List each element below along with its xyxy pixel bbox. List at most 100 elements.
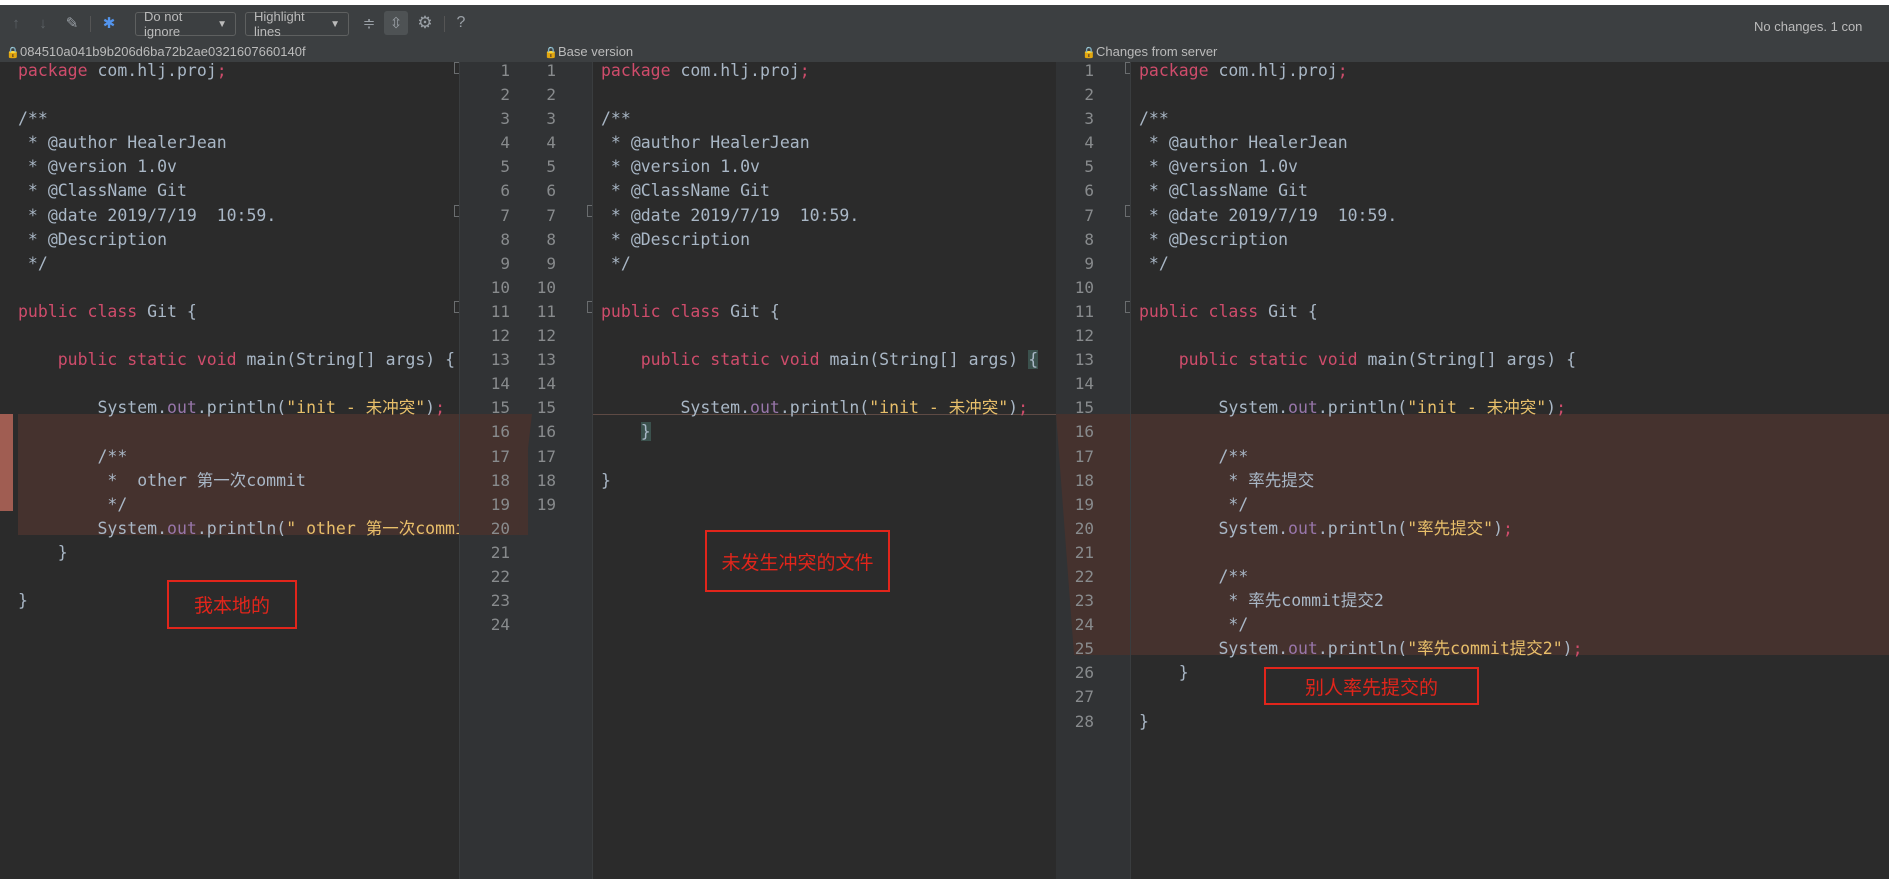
right-editor-pane[interactable]: package com.hlj.proj; /** * @author Heal… [1131, 62, 1889, 879]
line-number: 3 [1084, 109, 1094, 129]
left-pane-title: 🔒084510a041b9b206d6ba72b2ae0321607660140… [0, 41, 536, 62]
line-number: 28 [1074, 711, 1094, 731]
line-number: 19 [490, 494, 510, 514]
line-number: 14 [536, 374, 556, 394]
lock-icon: 🔒 [6, 47, 20, 59]
line-number: 3 [500, 109, 510, 129]
toolbar-separator [90, 16, 91, 32]
line-number: 25 [1074, 639, 1094, 659]
left-middle-gutter: 1 2 3 4 5 6 7 8 9 10 11 12 13 14 15 16 17 18 19 20 21 22 23 24 … [460, 59, 597, 879]
help-icon[interactable]: ? [452, 11, 470, 35]
annotation-server: 别人率先提交的 [1264, 667, 1479, 705]
edit-icon[interactable]: ✎ [60, 11, 84, 35]
right-pane-title-text: Changes from server [1096, 44, 1218, 59]
line-number: 2 [546, 85, 556, 105]
chevron-down-icon: ▼ [330, 18, 340, 30]
line-number: 23 [490, 591, 510, 611]
line-number: 3 [546, 109, 556, 129]
apply-non-conflicting-icon[interactable]: ✱ [96, 11, 122, 35]
line-number: 17 [1074, 446, 1094, 466]
line-number: 27 [1074, 687, 1094, 707]
line-number: 11 [1074, 301, 1094, 321]
line-number: 10 [536, 277, 556, 297]
line-number: 2 [500, 85, 510, 105]
line-number: 24 [490, 615, 510, 635]
line-number: 9 [546, 253, 556, 273]
highlight-dropdown-label: Highlight lines [254, 9, 305, 39]
annotation-base: 未发生冲突的文件 [705, 530, 890, 592]
line-number: 13 [536, 350, 556, 370]
middle-pane-title-text: Base version [558, 44, 634, 59]
line-number: 18 [1074, 470, 1094, 490]
line-number: 6 [1084, 181, 1094, 201]
line-number: 12 [1074, 326, 1094, 346]
middle-line-numbers: 1 2 3 4 5 6 7 8 9 10 11 12 13 14 15 16 17 18 19 [534, 59, 556, 517]
line-number: 9 [1084, 253, 1094, 273]
ignore-dropdown-label: Do not ignore [144, 9, 183, 39]
line-number: 21 [1074, 542, 1094, 562]
collapse-unchanged-icon[interactable]: ≑ [358, 11, 380, 35]
line-number: 7 [500, 205, 510, 225]
line-number: 14 [1074, 374, 1094, 394]
left-pane-title-text: 084510a041b9b206d6ba72b2ae0321607660140f [20, 44, 306, 59]
left-editor-pane[interactable]: package com.hlj.proj; /** * @author Heal… [0, 62, 459, 879]
line-number: 6 [546, 181, 556, 201]
line-number: 22 [1074, 566, 1094, 586]
line-number: 10 [490, 277, 510, 297]
line-number: 1 [546, 61, 556, 80]
line-number: 19 [1074, 494, 1094, 514]
left-code: package com.hlj.proj; /** * @author Heal… [18, 62, 459, 611]
line-number: 2 [1084, 85, 1094, 105]
line-number: 13 [490, 350, 510, 370]
line-number: 8 [546, 229, 556, 249]
line-number: 23 [1074, 591, 1094, 611]
line-number: 4 [500, 133, 510, 153]
line-number: 13 [1074, 350, 1094, 370]
right-code: package com.hlj.proj; /** * @author Heal… [1139, 62, 1583, 731]
right-line-numbers: 1 2 3 4 5 6 7 8 9 10 11 12 13 14 15 16 17 18 19 20 21 22 23 24 2… [1070, 59, 1094, 734]
line-number: 10 [1074, 277, 1094, 297]
left-line-numbers: 1 2 3 4 5 6 7 8 9 10 11 12 13 14 15 16 17 18 19 20 21 22 23 24 [470, 59, 510, 637]
line-number: 26 [1074, 663, 1094, 683]
line-number: 15 [536, 398, 556, 418]
line-number: 15 [1074, 398, 1094, 418]
line-number: 16 [1074, 422, 1094, 442]
line-number: 15 [490, 398, 510, 418]
previous-difference-icon[interactable]: ↑ [6, 11, 26, 35]
toolbar-separator [444, 16, 445, 32]
chevron-down-icon: ▼ [217, 18, 227, 30]
line-number: 14 [490, 374, 510, 394]
line-number: 5 [546, 157, 556, 177]
line-number: 4 [1084, 133, 1094, 153]
line-number: 12 [536, 326, 556, 346]
line-number: 18 [536, 470, 556, 490]
line-number: 5 [500, 157, 510, 177]
line-number: 11 [536, 301, 556, 321]
line-number: 19 [536, 494, 556, 514]
diff-toolbar: ↑ ↓ ✎ ✱ Do not ignore ▼ Highlight lines … [0, 5, 1889, 41]
middle-code: package com.hlj.proj; /** * @author Heal… [601, 62, 1039, 490]
highlight-dropdown[interactable]: Highlight lines ▼ [245, 9, 349, 39]
line-number: 20 [490, 518, 510, 538]
ignore-dropdown[interactable]: Do not ignore ▼ [135, 9, 236, 39]
sync-scroll-icon[interactable]: ⇳ [384, 11, 408, 35]
line-number: 1 [500, 61, 510, 80]
gear-icon[interactable]: ⚙ [413, 11, 437, 35]
line-number: 7 [1084, 205, 1094, 225]
line-number: 7 [546, 205, 556, 225]
line-number: 12 [490, 326, 510, 346]
line-number: 22 [490, 566, 510, 586]
line-number: 18 [490, 470, 510, 490]
right-pane-title: 🔒Changes from server [1074, 41, 1889, 62]
line-number: 8 [1084, 229, 1094, 249]
line-number: 21 [490, 542, 510, 562]
middle-editor-pane[interactable]: package com.hlj.proj; /** * @author Heal… [593, 62, 1056, 879]
line-number: 8 [500, 229, 510, 249]
middle-pane-title: 🔒Base version [536, 41, 1074, 62]
middle-right-gutter: 1 2 3 4 5 6 7 8 9 10 11 12 13 14 15 16 17 18 19 20 21 22 23 24 2… [1056, 59, 1135, 879]
line-number: 4 [546, 133, 556, 153]
line-number: 9 [500, 253, 510, 273]
next-difference-icon[interactable]: ↓ [33, 11, 53, 35]
line-number: 6 [500, 181, 510, 201]
line-number: 20 [1074, 518, 1094, 538]
